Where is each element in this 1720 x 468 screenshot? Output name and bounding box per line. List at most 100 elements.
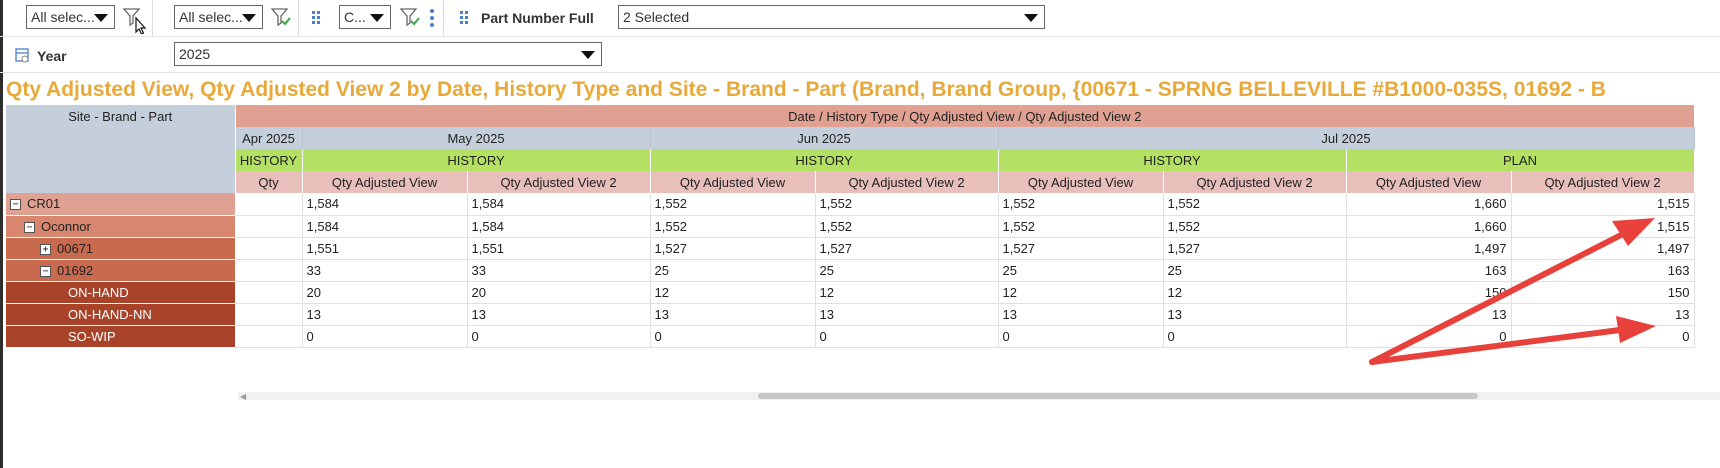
data-cell[interactable]: 1,527 (650, 237, 816, 260)
filter-check-icon[interactable] (399, 6, 421, 28)
data-cell[interactable]: 1,527 (998, 237, 1164, 260)
history-type-header: HISTORY (650, 149, 999, 171)
filter-2-select[interactable]: All selec... (174, 5, 263, 29)
data-cell[interactable]: 33 (302, 259, 468, 282)
measure-header: Qty Adjusted View (998, 171, 1164, 193)
date-header: Apr 2025 (235, 127, 303, 149)
data-cell[interactable] (235, 193, 303, 216)
window-edge (0, 0, 3, 468)
data-cell[interactable]: 1,552 (815, 215, 999, 238)
data-cell[interactable]: 0 (815, 325, 999, 348)
data-cell[interactable] (235, 237, 303, 260)
data-cell[interactable]: 13 (1511, 303, 1695, 326)
row-header-00671[interactable]: +00671 (6, 237, 235, 260)
data-cell[interactable]: 13 (467, 303, 651, 326)
data-cell[interactable]: 1,552 (1163, 215, 1347, 238)
data-cell[interactable]: 12 (650, 281, 816, 304)
data-cell[interactable]: 1,552 (998, 215, 1164, 238)
data-cell[interactable]: 20 (467, 281, 651, 304)
data-cell[interactable]: 1,497 (1511, 237, 1695, 260)
data-cell[interactable]: 1,551 (302, 237, 468, 260)
data-cell[interactable]: 13 (302, 303, 468, 326)
data-cell[interactable]: 150 (1511, 281, 1695, 304)
row-header-label: ON-HAND-NN (68, 306, 152, 322)
row-header-on-hand: ON-HAND (6, 281, 235, 304)
data-cell[interactable]: 1,660 (1346, 193, 1512, 216)
data-cell[interactable]: 25 (998, 259, 1164, 282)
data-cell[interactable]: 25 (1163, 259, 1347, 282)
data-cell[interactable]: 1,584 (302, 215, 468, 238)
data-cell[interactable]: 0 (467, 325, 651, 348)
filter-divider (443, 0, 444, 36)
row-header-cr01[interactable]: − CR01 (6, 193, 235, 216)
data-cell[interactable]: 0 (1163, 325, 1347, 348)
data-cell[interactable]: 1,497 (1346, 237, 1512, 260)
data-cell[interactable] (235, 215, 303, 238)
data-cell[interactable]: 1,552 (650, 215, 816, 238)
data-cell[interactable]: 1,552 (815, 193, 999, 216)
data-cell[interactable]: 1,552 (1163, 193, 1347, 216)
data-cell[interactable]: 13 (1346, 303, 1512, 326)
data-cell[interactable]: 13 (998, 303, 1164, 326)
collapse-icon[interactable]: − (40, 265, 51, 277)
data-cell[interactable]: 25 (650, 259, 816, 282)
data-cell[interactable]: 33 (467, 259, 651, 282)
date-header: Jul 2025 (998, 127, 1695, 149)
collapse-icon[interactable]: − (24, 221, 35, 233)
row-header-label: SO-WIP (68, 328, 116, 344)
data-cell[interactable]: 1,515 (1511, 215, 1695, 238)
data-cell[interactable]: 13 (815, 303, 999, 326)
data-cell[interactable]: 12 (998, 281, 1164, 304)
filter-icon[interactable] (122, 6, 148, 35)
filter-3-value: C... (344, 9, 366, 25)
data-cell[interactable]: 13 (1163, 303, 1347, 326)
expand-icon[interactable]: + (40, 243, 51, 255)
filter-1-value: All selec... (31, 9, 95, 25)
scrollbar-thumb[interactable] (758, 393, 1478, 399)
part-number-select[interactable]: 2 Selected (618, 5, 1045, 29)
data-cell[interactable]: 163 (1346, 259, 1512, 282)
data-cell[interactable]: 1,515 (1511, 193, 1695, 216)
data-cell[interactable]: 1,527 (1163, 237, 1347, 260)
row-header-label: ON-HAND (68, 284, 129, 300)
measure-header: Qty Adjusted View 2 (1511, 171, 1695, 193)
data-cell[interactable]: 13 (650, 303, 816, 326)
data-cell[interactable]: 0 (302, 325, 468, 348)
data-cell[interactable]: 20 (302, 281, 468, 304)
more-vertical-icon[interactable] (429, 8, 435, 28)
row-header-oconnor[interactable]: − Oconnor (6, 215, 235, 238)
data-cell[interactable]: 0 (1511, 325, 1695, 348)
data-cell[interactable] (235, 303, 303, 326)
data-cell[interactable]: 1,660 (1346, 215, 1512, 238)
data-cell[interactable]: 1,552 (998, 193, 1164, 216)
pivot-grid[interactable]: Site - Brand - Part Date / History Type … (6, 105, 1720, 386)
data-cell[interactable] (235, 259, 303, 282)
data-cell[interactable]: 0 (650, 325, 816, 348)
collapse-icon[interactable]: − (10, 199, 21, 211)
data-cell[interactable]: 163 (1511, 259, 1695, 282)
drag-grid-icon[interactable] (459, 10, 469, 26)
data-cell[interactable]: 12 (1163, 281, 1347, 304)
data-cell[interactable]: 1,551 (467, 237, 651, 260)
data-cell[interactable]: 0 (998, 325, 1164, 348)
data-cell[interactable] (235, 281, 303, 304)
filter-1-select[interactable]: All selec... (26, 5, 115, 29)
data-cell[interactable]: 1,552 (650, 193, 816, 216)
filter-3-select[interactable]: C... (339, 5, 391, 29)
drag-grid-icon[interactable] (311, 10, 321, 26)
data-cell[interactable]: 1,584 (467, 193, 651, 216)
row-header-01692[interactable]: −01692 (6, 259, 235, 282)
data-cell[interactable]: 150 (1346, 281, 1512, 304)
date-header: Jun 2025 (650, 127, 999, 149)
data-cell[interactable] (235, 325, 303, 348)
horizontal-scrollbar[interactable]: ◀ (238, 392, 1720, 401)
year-select[interactable]: 2025 (174, 42, 602, 66)
data-cell[interactable]: 1,584 (302, 193, 468, 216)
data-cell[interactable]: 25 (815, 259, 999, 282)
data-cell[interactable]: 12 (815, 281, 999, 304)
data-cell[interactable]: 0 (1346, 325, 1512, 348)
scroll-left-icon[interactable]: ◀ (240, 392, 246, 401)
data-cell[interactable]: 1,584 (467, 215, 651, 238)
filter-check-icon[interactable] (270, 6, 292, 28)
data-cell[interactable]: 1,527 (815, 237, 999, 260)
